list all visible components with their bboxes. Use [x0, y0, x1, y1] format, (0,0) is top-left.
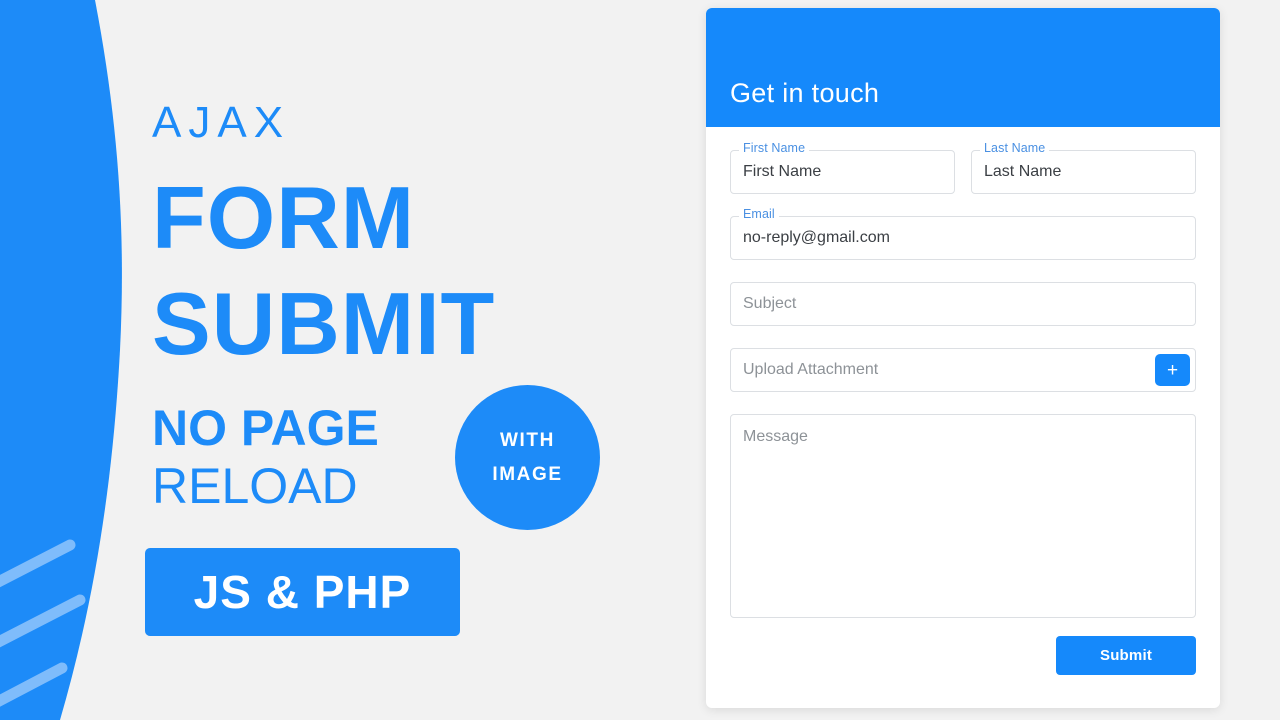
card-title: Get in touch: [730, 78, 880, 108]
subject-field: Subject: [730, 282, 1196, 326]
email-field: Email no-reply@gmail.com: [730, 208, 1196, 260]
first-name-field: First Name First Name: [730, 142, 955, 194]
promo-panel: AJAX FORM SUBMIT NO PAGE RELOAD WITH IMA…: [0, 0, 700, 720]
first-name-input[interactable]: First Name: [730, 150, 955, 194]
submit-button[interactable]: Submit: [1056, 636, 1196, 675]
email-value: no-reply@gmail.com: [743, 229, 890, 246]
subject-placeholder: Subject: [743, 295, 797, 312]
submit-row: Submit: [730, 636, 1196, 675]
upload-attachment-placeholder: Upload Attachment: [743, 361, 879, 378]
message-field: Message: [730, 414, 1196, 618]
promo-subtitle-line2: RELOAD: [152, 458, 358, 514]
upload-attachment-input[interactable]: Upload Attachment +: [730, 348, 1196, 392]
with-image-badge: WITH IMAGE: [455, 385, 600, 530]
card-header: Get in touch: [706, 8, 1220, 127]
last-name-field: Last Name Last Name: [971, 142, 1196, 194]
email-input[interactable]: no-reply@gmail.com: [730, 216, 1196, 260]
subject-input[interactable]: Subject: [730, 282, 1196, 326]
last-name-input[interactable]: Last Name: [971, 150, 1196, 194]
tech-stack-badge: JS & PHP: [145, 548, 460, 636]
promo-title-line1: FORM: [152, 168, 416, 267]
last-name-label: Last Name: [980, 142, 1050, 155]
tech-stack-badge-label: JS & PHP: [193, 566, 412, 618]
first-name-value: First Name: [743, 163, 822, 180]
promo-subtitle-line1: NO PAGE: [152, 400, 379, 456]
name-row: First Name First Name Last Name Last Nam…: [730, 142, 1196, 216]
promo-title-line2: SUBMIT: [152, 274, 496, 373]
message-textarea[interactable]: Message: [730, 414, 1196, 618]
card-body: First Name First Name Last Name Last Nam…: [706, 127, 1220, 675]
upload-attachment-field: Upload Attachment +: [730, 348, 1196, 392]
email-label: Email: [739, 208, 779, 221]
contact-form-card: Get in touch First Name First Name Last …: [706, 8, 1220, 708]
with-image-badge-line1: WITH: [500, 430, 555, 452]
first-name-label: First Name: [739, 142, 810, 155]
promo-eyebrow: AJAX: [152, 98, 291, 147]
message-placeholder: Message: [743, 428, 808, 445]
with-image-badge-line2: IMAGE: [492, 463, 563, 485]
plus-icon[interactable]: +: [1155, 354, 1190, 386]
last-name-value: Last Name: [984, 163, 1062, 180]
